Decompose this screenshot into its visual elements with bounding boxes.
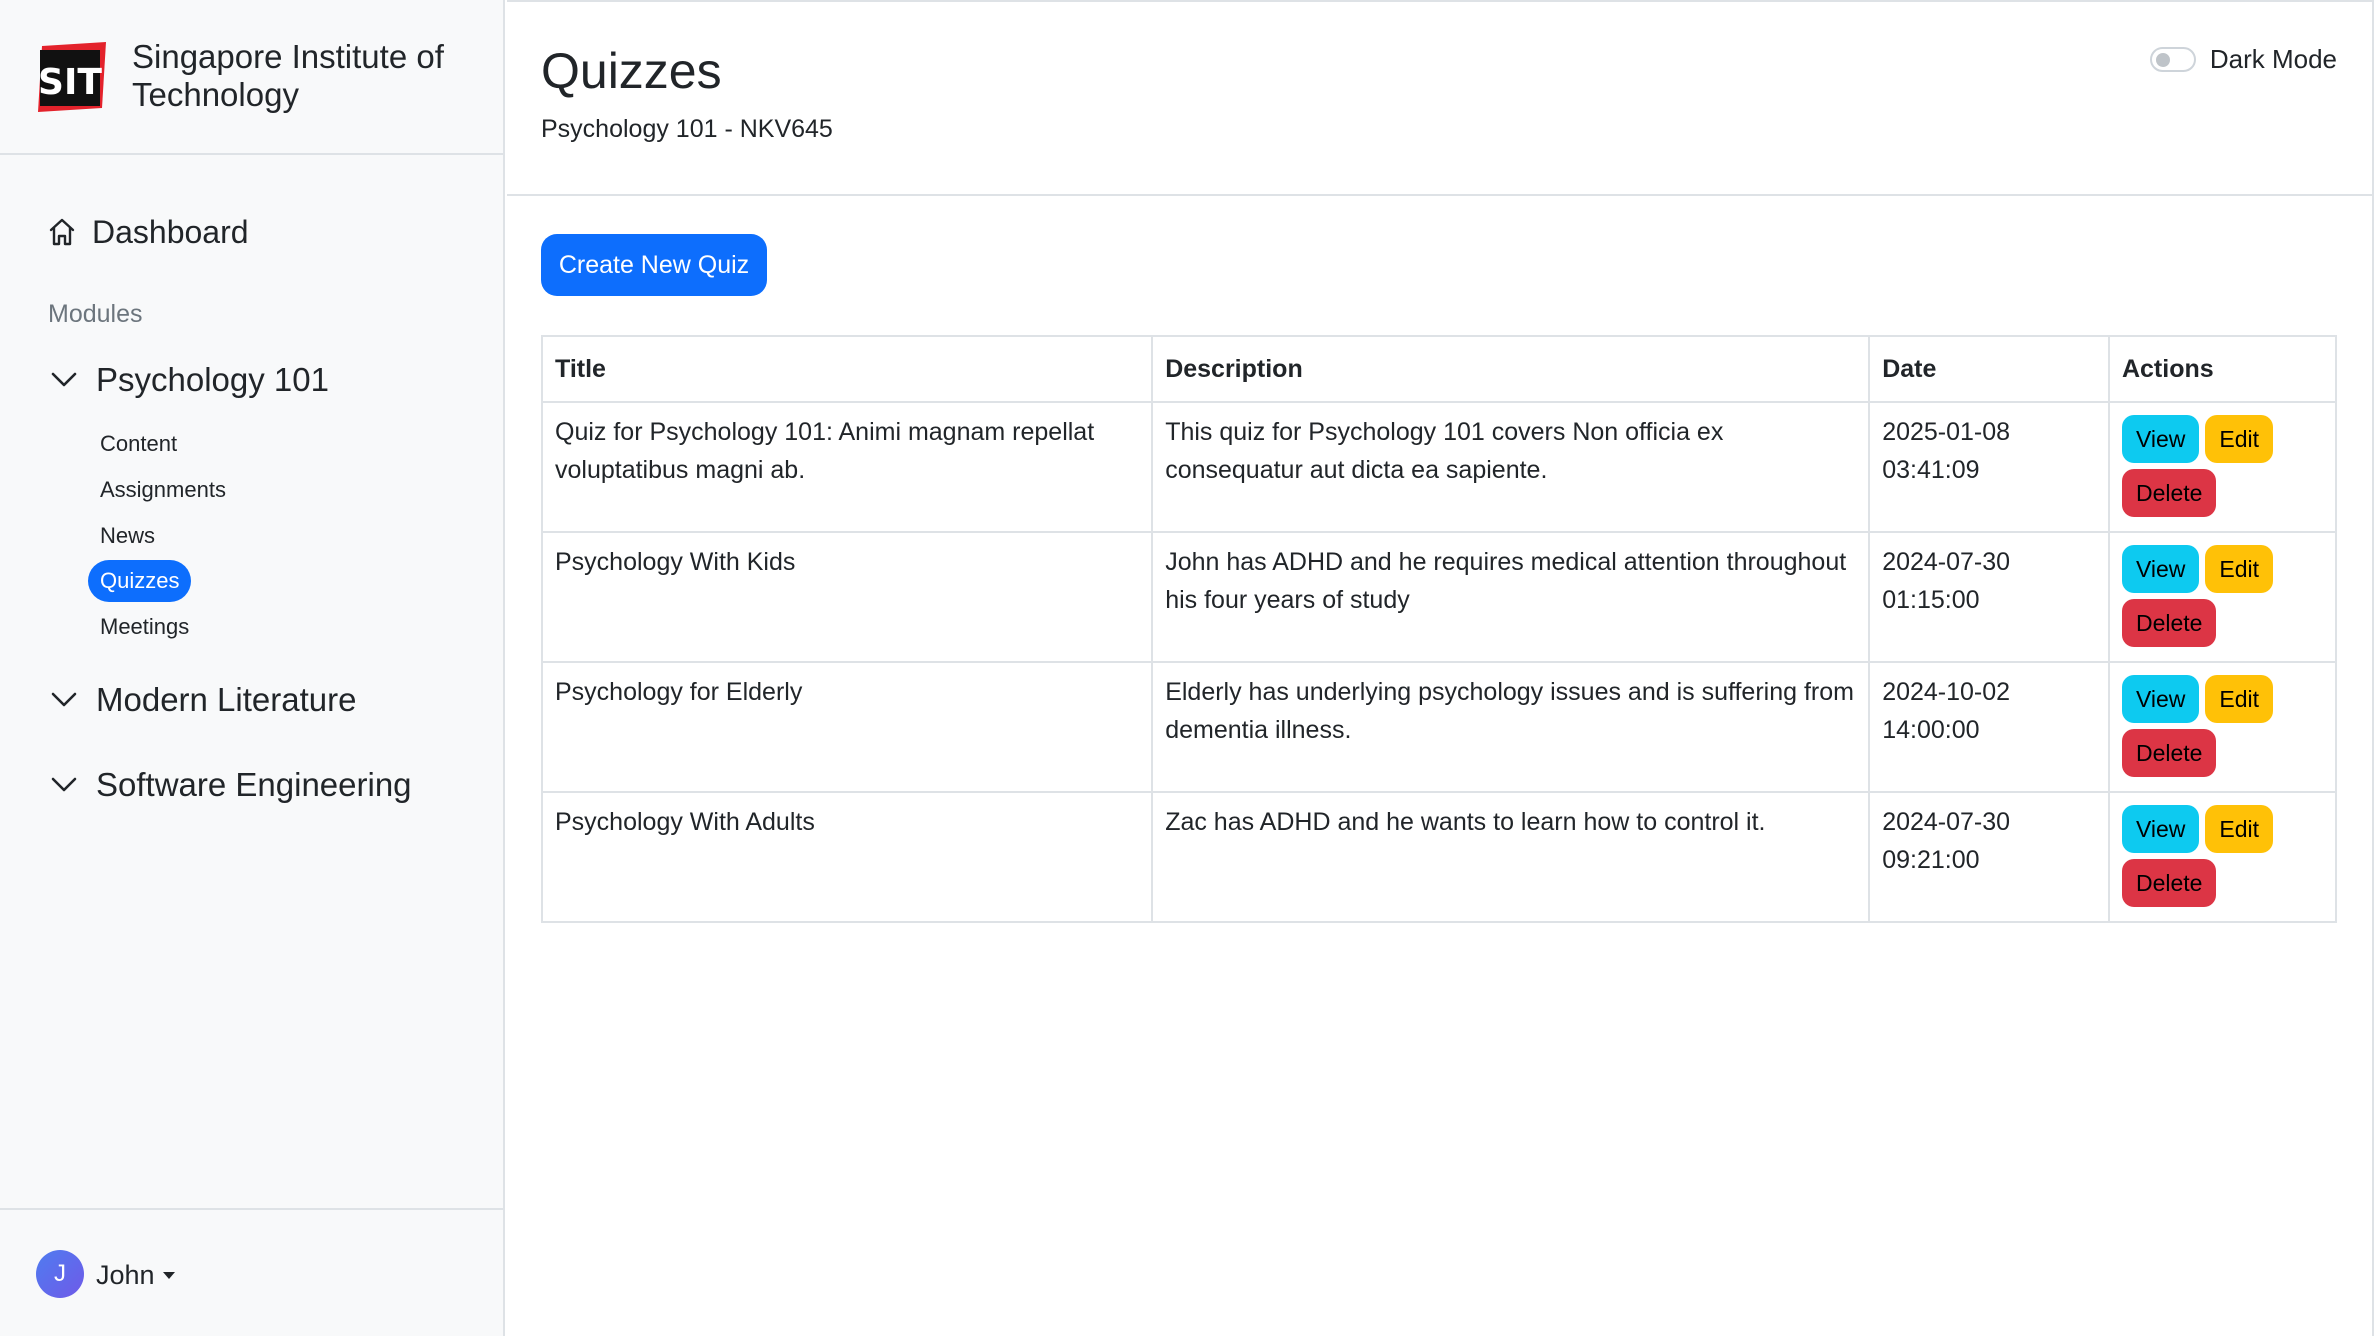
quiz-actions-cell: View Edit Delete xyxy=(2107,661,2338,793)
chevron-down-icon xyxy=(51,372,77,387)
quiz-date-cell: 2024-07-30 01:15:00 xyxy=(1868,531,2110,663)
module-psychology-101[interactable]: Psychology 101 xyxy=(50,358,329,402)
institution-name: Singapore Institute of Technology xyxy=(132,38,444,113)
edit-button[interactable]: Edit xyxy=(2205,675,2274,723)
page-header: Quizzes Psychology 101 - NKV645 Dark Mod… xyxy=(507,0,2375,196)
column-header-actions: Actions xyxy=(2107,335,2338,403)
module-software-engineering[interactable]: Software Engineering xyxy=(50,763,412,807)
edit-button[interactable]: Edit xyxy=(2205,805,2274,853)
dark-mode-toggle[interactable]: Dark Mode xyxy=(2149,44,2337,75)
quiz-time: 09:21:00 xyxy=(1882,846,1980,874)
user-name: John xyxy=(96,1260,155,1290)
quiz-title-cell: Quiz for Psychology 101: Animi magnam re… xyxy=(540,401,1154,533)
avatar[interactable]: J xyxy=(36,1250,84,1298)
quiz-description-cell: Zac has ADHD and he wants to learn how t… xyxy=(1151,791,1871,923)
view-button[interactable]: View xyxy=(2121,675,2200,723)
quiz-title-cell: Psychology for Elderly xyxy=(540,661,1154,793)
quiz-time: 01:15:00 xyxy=(1882,586,1980,614)
quiz-date-cell: 2024-10-02 14:00:00 xyxy=(1868,661,2110,793)
chevron-down-icon xyxy=(51,777,77,792)
quiz-date: 2024-07-30 xyxy=(1882,548,2011,576)
quiz-table: Title Description Date Actions Quiz for … xyxy=(540,335,2338,923)
delete-button[interactable]: Delete xyxy=(2121,469,2217,517)
user-footer: J John xyxy=(0,1208,503,1336)
sidebar-item-assignments[interactable]: Assignments xyxy=(88,469,238,511)
quiz-date: 2024-07-30 xyxy=(1882,808,2011,836)
module-label: Software Engineering xyxy=(96,766,412,803)
window-edge xyxy=(2372,0,2378,1336)
quiz-description-cell: This quiz for Psychology 101 covers Non … xyxy=(1151,401,1871,533)
sidebar-item-dashboard[interactable]: Dashboard xyxy=(48,210,249,254)
quiz-time: 14:00:00 xyxy=(1882,716,1980,744)
toggle-knob xyxy=(2155,53,2170,67)
logo-text: SIT xyxy=(38,62,102,103)
brand: SIT Singapore Institute of Technology xyxy=(0,0,503,155)
table-row: Psychology With Adults Zac has ADHD and … xyxy=(540,791,2338,923)
page-title: Quizzes xyxy=(541,43,722,99)
delete-button[interactable]: Delete xyxy=(2121,729,2217,777)
sidebar: SIT Singapore Institute of Technology Da… xyxy=(0,0,505,1336)
module-modern-literature[interactable]: Modern Literature xyxy=(50,678,356,722)
create-new-quiz-button[interactable]: Create New Quiz xyxy=(541,234,767,296)
dashboard-label: Dashboard xyxy=(92,213,249,250)
quiz-actions-cell: View Edit Delete xyxy=(2107,791,2338,923)
quiz-title-cell: Psychology With Kids xyxy=(540,531,1154,663)
view-button[interactable]: View xyxy=(2121,805,2200,853)
quiz-date-cell: 2024-07-30 09:21:00 xyxy=(1868,791,2110,923)
view-button[interactable]: View xyxy=(2121,545,2200,593)
column-header-date: Date xyxy=(1868,335,2110,403)
quiz-date: 2024-10-02 xyxy=(1882,678,2011,706)
quiz-title-cell: Psychology With Adults xyxy=(540,791,1154,923)
column-header-title: Title xyxy=(540,335,1154,403)
view-button[interactable]: View xyxy=(2121,415,2200,463)
caret-down-icon xyxy=(162,1272,175,1279)
quiz-description-cell: John has ADHD and he requires medical at… xyxy=(1151,531,1871,663)
sidebar-item-content[interactable]: Content xyxy=(88,423,189,465)
table-header-row: Title Description Date Actions xyxy=(540,335,2338,403)
sidebar-item-meetings[interactable]: Meetings xyxy=(88,606,201,648)
quiz-actions-cell: View Edit Delete xyxy=(2107,531,2338,663)
table-row: Quiz for Psychology 101: Animi magnam re… xyxy=(540,401,2338,533)
module-label: Psychology 101 xyxy=(96,361,329,398)
table-row: Psychology for Elderly Elderly has under… xyxy=(540,661,2338,793)
delete-button[interactable]: Delete xyxy=(2121,859,2217,907)
quiz-actions-cell: View Edit Delete xyxy=(2107,401,2338,533)
table-row: Psychology With Kids John has ADHD and h… xyxy=(540,531,2338,663)
quiz-time: 03:41:09 xyxy=(1882,456,1980,484)
page-subtitle: Psychology 101 - NKV645 xyxy=(541,115,833,143)
sidebar-item-quizzes[interactable]: Quizzes xyxy=(88,560,192,602)
dark-mode-label: Dark Mode xyxy=(2209,44,2337,74)
quiz-date: 2025-01-08 xyxy=(1882,418,2011,446)
module-label: Modern Literature xyxy=(96,681,357,718)
toggle-switch[interactable] xyxy=(2149,47,2196,72)
sit-logo[interactable]: SIT xyxy=(36,42,108,112)
edit-button[interactable]: Edit xyxy=(2205,415,2274,463)
home-icon xyxy=(49,218,75,246)
quiz-description-cell: Elderly has underlying psychology issues… xyxy=(1151,661,1871,793)
modules-heading: Modules xyxy=(48,300,143,328)
sidebar-item-news[interactable]: News xyxy=(88,515,167,557)
chevron-down-icon xyxy=(51,692,77,707)
column-header-description: Description xyxy=(1151,335,1871,403)
quiz-date-cell: 2025-01-08 03:41:09 xyxy=(1868,401,2110,533)
user-menu-toggle[interactable]: John xyxy=(96,1260,175,1291)
edit-button[interactable]: Edit xyxy=(2205,545,2274,593)
delete-button[interactable]: Delete xyxy=(2121,599,2217,647)
